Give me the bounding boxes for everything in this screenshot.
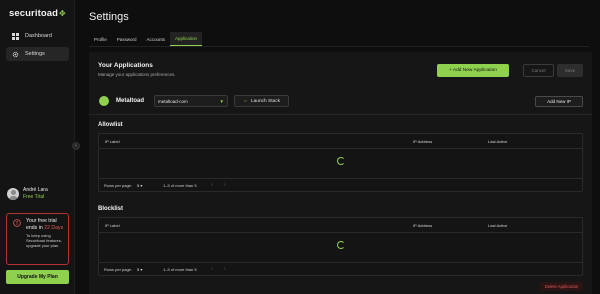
rows-per-page: Rows per page: 5 ▾ xyxy=(104,180,142,190)
environment-select[interactable]: metaltoad-com ▼ xyxy=(154,95,228,107)
next-page-icon[interactable]: › xyxy=(224,180,226,190)
pagination-range: 1–5 of more than 5 xyxy=(163,182,197,188)
upgrade-plan-button[interactable]: Upgrade My Plan xyxy=(6,270,69,284)
trial-notice: Your free trial ends in 22 Days To keep … xyxy=(6,213,69,265)
blocklist-table: IP Label IP Address Last Active Rows per… xyxy=(98,217,583,276)
trial-days: 22 Days xyxy=(44,224,64,231)
tab-application[interactable]: Application xyxy=(170,32,203,46)
column-header-ip-label: IP Label xyxy=(105,139,120,144)
alert-circle-icon xyxy=(13,219,21,227)
column-header-ip-address: IP Address xyxy=(413,139,433,144)
user-plan: Free Trial xyxy=(23,194,45,200)
gear-icon xyxy=(12,51,19,58)
blocklist-title: Blocklist xyxy=(98,206,124,212)
rows-per-page-label: Rows per page: xyxy=(104,182,133,188)
add-ip-button[interactable]: Add New IP xyxy=(535,96,583,107)
rows-per-page-select[interactable]: 5 ▾ xyxy=(137,267,142,272)
trial-title: Your free trial ends in 22 Days xyxy=(26,218,64,231)
section-divider xyxy=(89,114,592,115)
sidebar: securitoad✥ Dashboard Settings André Lar… xyxy=(0,0,75,294)
trial-description: To keep using Securitoad features, upgra… xyxy=(26,233,62,249)
section-subtitle: Manage your applications preferences. xyxy=(98,72,176,77)
column-header-last-active: Last Active xyxy=(488,223,508,228)
tabs-divider xyxy=(89,46,589,47)
logo[interactable]: securitoad✥ xyxy=(9,8,66,19)
avatar xyxy=(7,188,19,200)
save-button[interactable]: Save xyxy=(557,64,583,77)
collapse-sidebar-button[interactable]: ‹ xyxy=(72,142,80,150)
user-profile[interactable]: André Lara Free Trial xyxy=(7,187,48,201)
allowlist-table: IP Label IP Address Last Active Rows per… xyxy=(98,133,583,192)
logo-mark-icon: ✥ xyxy=(59,9,66,18)
environment-select-value: metaltoad-com xyxy=(158,98,188,104)
settings-tabs: Profile Password Accounts Application xyxy=(89,32,203,46)
cancel-button[interactable]: Cancel xyxy=(523,64,554,77)
loading-spinner-icon xyxy=(337,157,345,165)
link-icon: ⇔ xyxy=(242,98,248,104)
app-name: Metaltoad xyxy=(116,98,145,104)
pagination-range: 1–5 of more than 5 xyxy=(163,266,197,272)
table-header-divider xyxy=(99,148,582,149)
tab-profile[interactable]: Profile xyxy=(89,32,112,46)
table-footer-divider xyxy=(99,262,582,263)
logo-text: securitoad xyxy=(9,8,59,19)
user-name: André Lara xyxy=(23,187,48,193)
column-header-ip-address: IP Address xyxy=(413,223,433,228)
table-header-divider xyxy=(99,232,582,233)
rows-per-page-value: 5 xyxy=(137,182,140,188)
tab-accounts[interactable]: Accounts xyxy=(142,32,171,46)
sidebar-item-label: Settings xyxy=(25,51,45,57)
page-title: Settings xyxy=(89,11,129,23)
previous-page-icon[interactable]: ‹ xyxy=(211,180,213,190)
next-page-icon[interactable]: › xyxy=(224,264,226,274)
sidebar-item-label: Dashboard xyxy=(25,33,52,39)
chevron-down-icon: ▼ xyxy=(219,98,224,104)
previous-page-icon[interactable]: ‹ xyxy=(211,264,213,274)
sidebar-item-settings[interactable]: Settings xyxy=(6,47,69,61)
table-footer-divider xyxy=(99,178,582,179)
rows-per-page-value: 5 xyxy=(137,266,140,272)
allowlist-title: Allowlist xyxy=(98,122,123,128)
column-header-ip-label: IP Label xyxy=(105,223,120,228)
tab-password[interactable]: Password xyxy=(112,32,142,46)
grid-icon xyxy=(12,32,19,40)
add-application-button[interactable]: + Add New Application xyxy=(437,64,509,77)
launch-stack-button[interactable]: ⇔ Launch Stack xyxy=(234,95,289,107)
app-status-icon xyxy=(99,96,109,106)
sidebar-item-dashboard[interactable]: Dashboard xyxy=(6,29,69,43)
rows-per-page: Rows per page: 5 ▾ xyxy=(104,264,142,274)
rows-per-page-label: Rows per page: xyxy=(104,266,133,272)
section-title: Your Applications xyxy=(98,62,153,69)
rows-per-page-select[interactable]: 5 ▾ xyxy=(137,183,142,188)
column-header-last-active: Last Active xyxy=(488,139,508,144)
delete-application-button[interactable]: Delete Application xyxy=(540,282,583,291)
launch-stack-label: Launch Stack xyxy=(250,98,281,104)
loading-spinner-icon xyxy=(337,241,345,249)
chevron-left-icon: ‹ xyxy=(75,143,77,149)
